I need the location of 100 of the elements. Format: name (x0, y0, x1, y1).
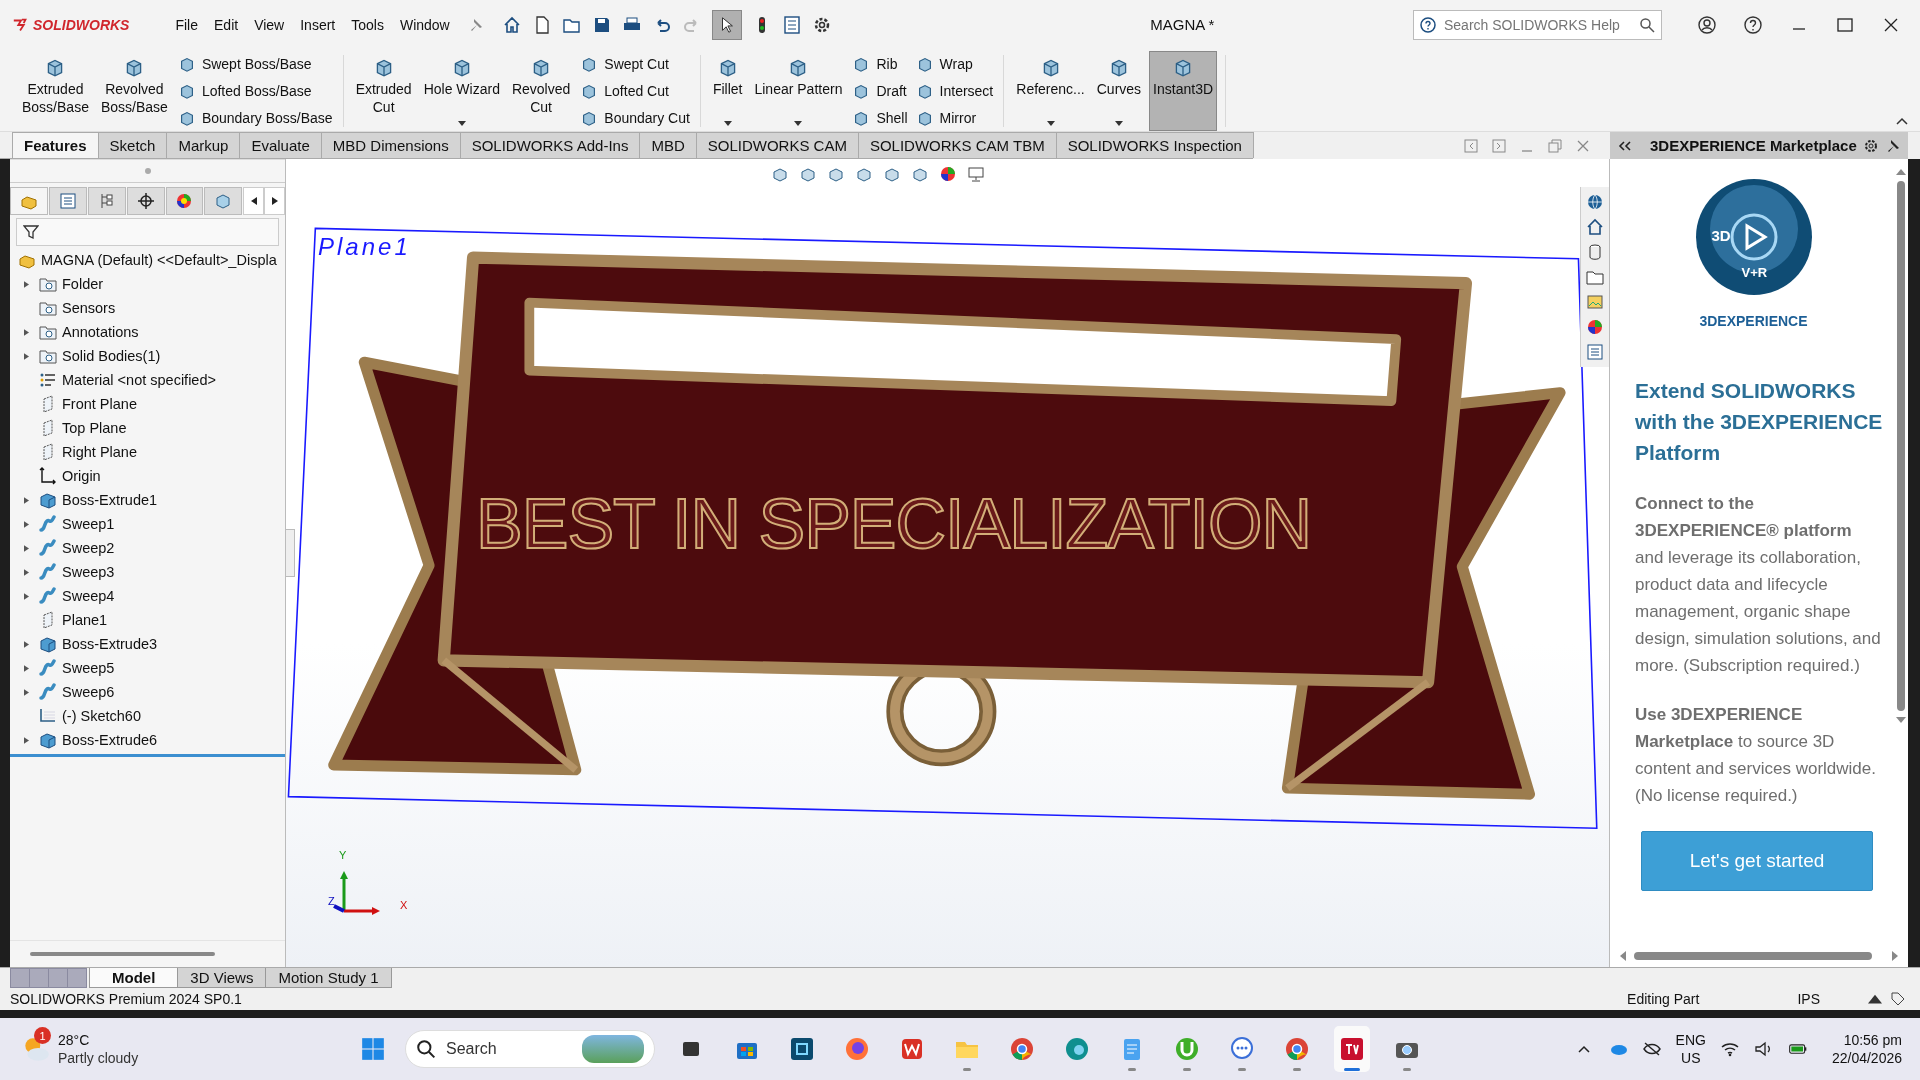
wifi-icon[interactable] (1719, 1041, 1740, 1057)
scroll-right-button[interactable] (264, 187, 285, 215)
ribbon-button[interactable]: Fillet (708, 51, 747, 131)
tree-item[interactable]: Annotations (62, 324, 139, 340)
ribbon-tab[interactable]: MBD Dimensions (320, 132, 461, 158)
expand-arrow-icon[interactable] (23, 496, 29, 504)
ribbon-button[interactable]: Shell (850, 108, 910, 127)
ribbon-button[interactable]: Hole Wizard (419, 51, 504, 131)
taskbar-app-button[interactable] (1334, 1026, 1370, 1072)
double-chevron-icon[interactable] (1618, 140, 1632, 151)
monitor-icon[interactable] (967, 165, 985, 183)
menu-item[interactable]: Window (391, 12, 458, 37)
scroll-left-icon[interactable] (1620, 951, 1626, 961)
tile-right-icon[interactable] (1492, 138, 1506, 153)
tree-item[interactable]: MAGNA (Default) <<Default>_Displa (41, 252, 277, 268)
help-search-field[interactable]: Search SOLIDWORKS Help (1413, 9, 1662, 40)
scroll-right-icon[interactable] (1892, 951, 1898, 961)
tree-item[interactable]: Right Plane (62, 444, 137, 460)
expand-arrow-icon[interactable] (23, 640, 29, 648)
ribbon-tab[interactable]: Features (12, 132, 99, 158)
tree-item[interactable]: Front Plane (62, 396, 137, 412)
ribbon-button[interactable]: Mirror (913, 108, 996, 127)
search-input[interactable]: Search SOLIDWORKS Help (1442, 15, 1633, 34)
property-manager-tab[interactable] (48, 187, 87, 215)
expand-arrow-icon[interactable] (23, 328, 29, 336)
ribbon-button[interactable]: Rib (850, 55, 910, 74)
image-icon[interactable] (1586, 293, 1604, 311)
search-icon[interactable] (1639, 16, 1655, 33)
collapse-icon[interactable] (1896, 117, 1908, 125)
ribbon-button[interactable]: Revolved Boss/Base (96, 51, 172, 131)
expand-arrow-icon[interactable] (23, 544, 29, 552)
ribbon-button[interactable]: Extruded Cut (351, 51, 416, 131)
ribbon-button[interactable]: Instant3D (1149, 51, 1218, 131)
tree-item[interactable]: (-) Sketch60 (62, 708, 141, 724)
graphics-area[interactable]: Plane1 BEST IN SPECIALIZATION X Y Z (286, 159, 1609, 967)
ribbon-tab[interactable]: Markup (166, 132, 241, 158)
model-tab[interactable]: Model (89, 968, 179, 988)
caret-icon[interactable] (1046, 121, 1055, 126)
ribbon-tab[interactable]: SOLIDWORKS Inspection (1055, 132, 1254, 158)
region-indicator[interactable]: US (1681, 1049, 1701, 1067)
panel-collapse-handle[interactable] (286, 529, 295, 577)
ribbon-tab[interactable]: SOLIDWORKS CAM TBM (857, 132, 1057, 158)
units-indicator[interactable]: IPS (1797, 991, 1820, 1007)
caret-icon[interactable] (723, 121, 732, 126)
list-icon[interactable] (781, 14, 802, 35)
ribbon-button[interactable]: Revolved Cut (507, 51, 575, 131)
cylinder-icon[interactable] (1586, 243, 1604, 261)
tree-item[interactable]: Origin (62, 468, 101, 484)
tree-item[interactable]: Sweep2 (62, 540, 115, 556)
battery-icon[interactable] (1787, 1041, 1808, 1057)
menu-item[interactable]: Insert (292, 12, 344, 37)
menu-item[interactable]: Edit (206, 12, 247, 37)
color-sphere-icon[interactable] (1586, 318, 1604, 336)
language-indicator[interactable]: ENG (1675, 1031, 1706, 1049)
ribbon-button[interactable]: Boundary Boss/Base (175, 108, 335, 127)
caret-icon[interactable] (1868, 992, 1882, 1006)
expand-arrow-icon[interactable] (23, 688, 29, 696)
clock-time[interactable]: 10:56 pm (1843, 1031, 1902, 1049)
menu-item[interactable]: View (246, 12, 293, 37)
tree-item[interactable]: Top Plane (62, 420, 127, 436)
ribbon-button[interactable]: Boundary Cut (578, 108, 692, 127)
expand-arrow-icon[interactable] (23, 736, 29, 744)
tree-item[interactable]: Sweep6 (62, 684, 115, 700)
expand-arrow-icon[interactable] (23, 592, 29, 600)
scrollbar-thumb[interactable] (30, 952, 215, 956)
expand-arrow-icon[interactable] (23, 280, 29, 288)
expand-arrow-icon[interactable] (23, 568, 29, 576)
ribbon-tab[interactable]: MBD (639, 132, 697, 158)
expand-arrow-icon[interactable] (23, 520, 29, 528)
expand-arrow-icon[interactable] (23, 664, 29, 672)
ribbon-button[interactable]: Lofted Boss/Base (175, 82, 335, 100)
color-sphere-icon[interactable] (939, 165, 957, 183)
expand-arrow-icon[interactable] (23, 352, 29, 360)
taskbar-search-field[interactable]: Search (405, 1030, 655, 1068)
menu-item[interactable]: Tools (343, 12, 392, 37)
ribbon-button[interactable]: Lofted Cut (578, 82, 692, 100)
tree-item[interactable]: Sensors (62, 300, 116, 316)
display-manager-tab[interactable] (204, 187, 243, 215)
ribbon-button[interactable]: Intersect (913, 82, 996, 100)
ribbon-button[interactable]: Draft (850, 82, 910, 100)
caret-icon[interactable] (457, 121, 466, 126)
tree-item[interactable]: Boss-Extrude3 (62, 636, 158, 652)
select-button[interactable] (711, 9, 742, 40)
scrollbar-thumb[interactable] (1634, 952, 1872, 960)
splitter-handle[interactable] (144, 168, 151, 174)
ribbon-button[interactable]: Curves (1092, 51, 1146, 131)
ribbon-button[interactable]: Swept Boss/Base (175, 55, 335, 74)
caret-icon[interactable] (794, 121, 803, 126)
model-tab[interactable]: Motion Study 1 (265, 968, 392, 988)
menu-item[interactable]: File (167, 12, 206, 37)
ribbon-button[interactable]: Linear Pattern (750, 51, 847, 131)
feature-manager-tab[interactable] (10, 187, 48, 215)
tree-item[interactable]: Sweep5 (62, 660, 115, 676)
filter-icon[interactable] (23, 224, 39, 240)
settings-icon[interactable] (1862, 137, 1879, 154)
user-icon[interactable] (1697, 14, 1717, 35)
ribbon-button[interactable]: Wrap (913, 55, 996, 74)
ribbon-tab[interactable]: SOLIDWORKS Add-Ins (459, 132, 641, 158)
clock-date[interactable]: 22/04/2026 (1831, 1049, 1902, 1067)
ribbon-button[interactable]: Swept Cut (578, 55, 692, 74)
